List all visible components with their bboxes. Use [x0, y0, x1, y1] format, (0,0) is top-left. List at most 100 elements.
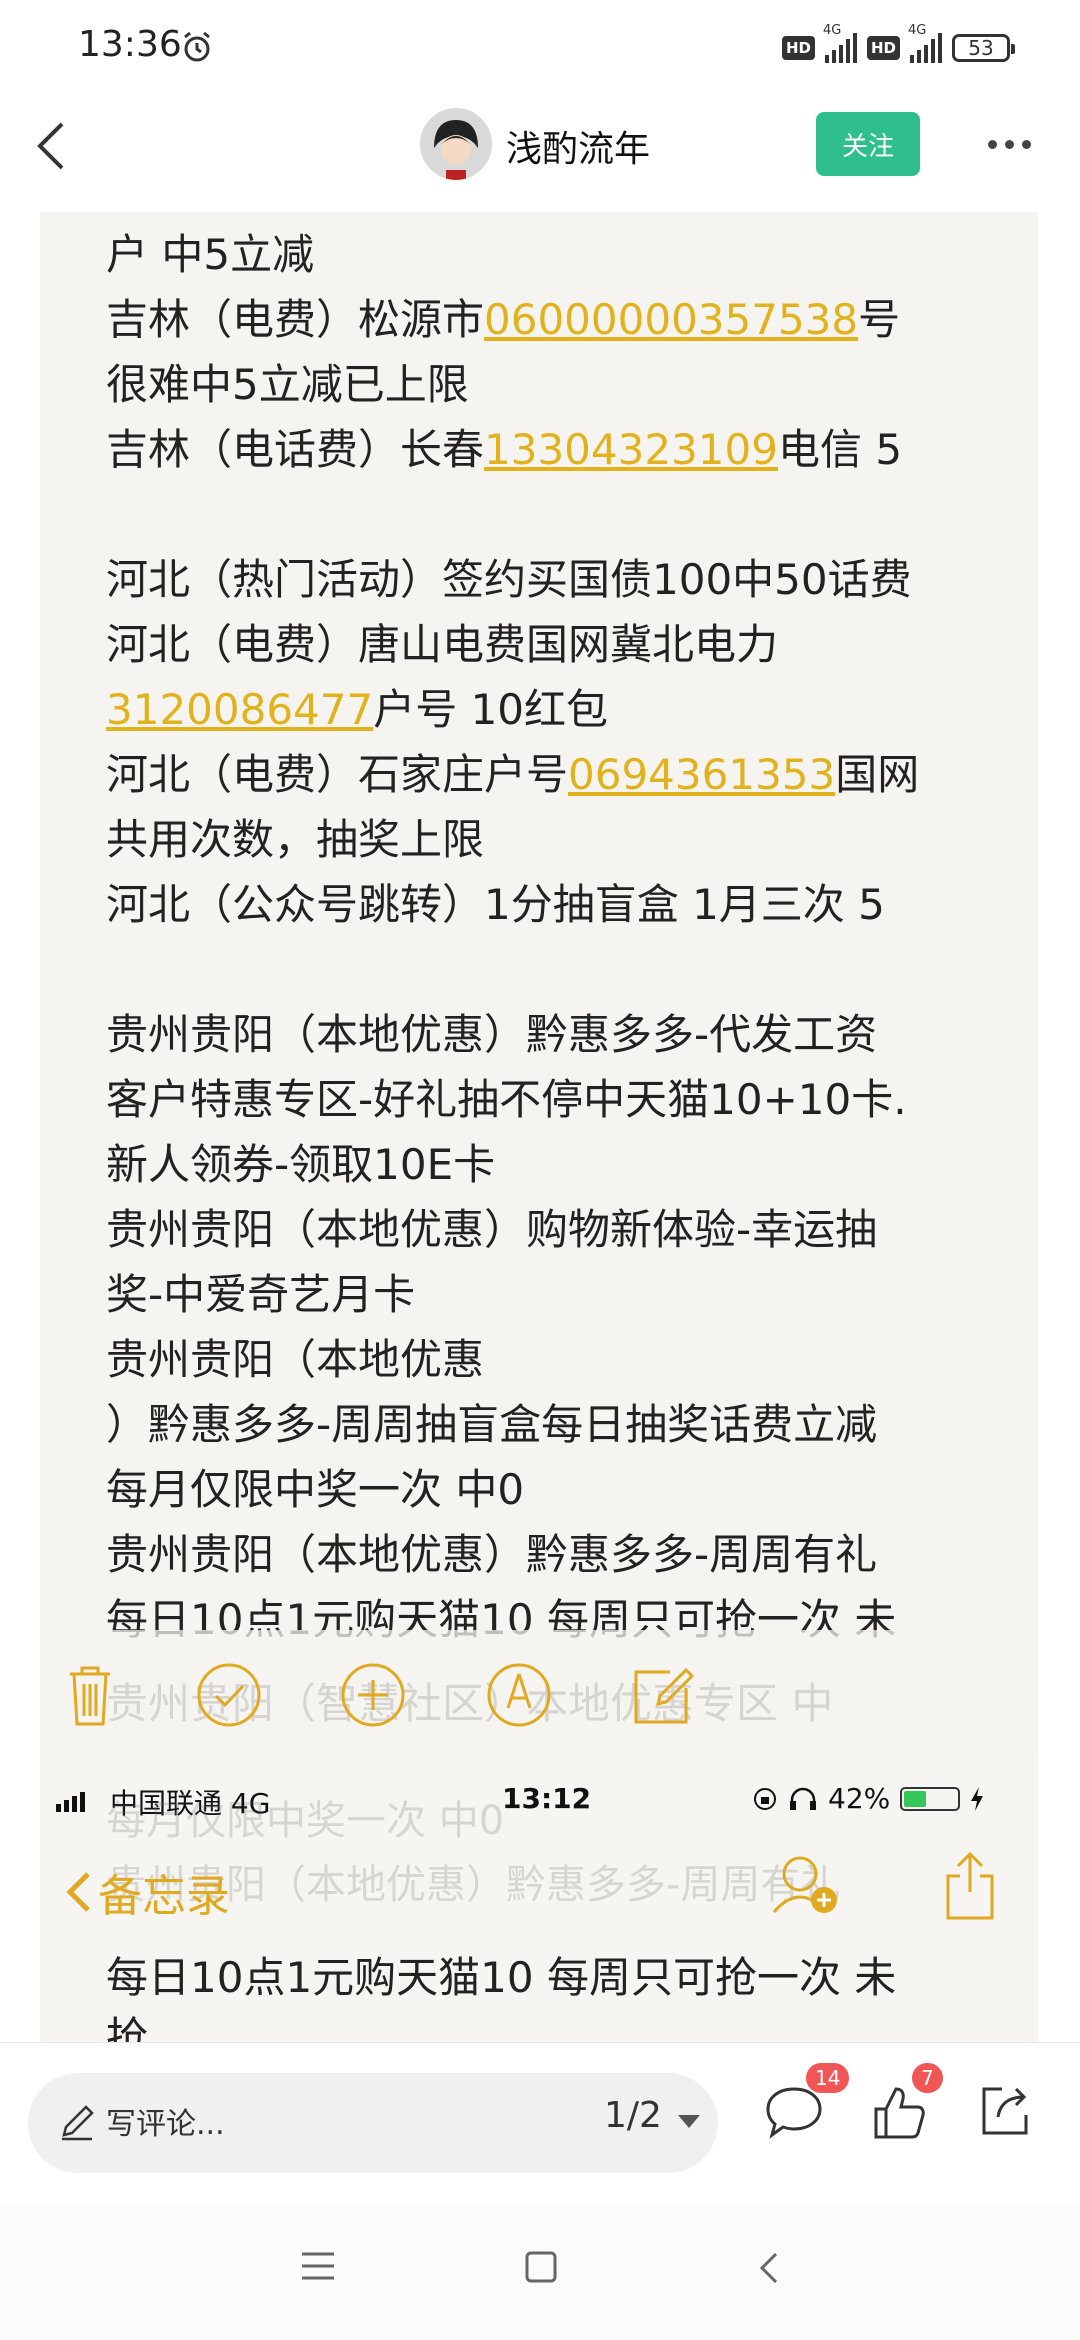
phone-number-link[interactable]: 13304323109 — [484, 425, 778, 474]
signal-icon: 4G — [908, 23, 942, 63]
add-person-icon — [772, 1856, 837, 1913]
note-image: 户 中5立减 吉林（电费）松源市06000000357538号 很难中5立减已上限吉… — [40, 212, 1038, 2042]
app-header: 浅酌流年 关注 — [0, 96, 1080, 212]
embedded-status-right: 42% — [752, 1782, 984, 1815]
home-icon[interactable] — [524, 2250, 558, 2284]
note-text-segment: 贵州贵阳（本地优惠 — [106, 1335, 485, 1384]
note-text-segment: 每月仅限中奖一次 中0 — [106, 1465, 525, 1514]
share-icon[interactable] — [976, 2083, 1032, 2139]
note-line: 每月仅限中奖一次 中0 — [106, 1457, 1026, 1522]
note-text-segment: 国网 — [835, 750, 920, 799]
headphones-icon — [790, 1787, 816, 1810]
pen-icon — [62, 2105, 94, 2141]
system-nav-bar — [0, 2204, 1080, 2340]
follow-button[interactable]: 关注 — [816, 112, 920, 176]
signal-icon — [56, 1790, 85, 1812]
note-text-segment: 河北（电费）唐山电费国网冀北电力 — [106, 620, 779, 669]
charging-icon — [971, 1786, 984, 1811]
hd-icon: HD — [781, 36, 815, 60]
back-icon[interactable] — [756, 2250, 780, 2286]
note-line: 吉林（电话费）长春13304323109电信 5 — [106, 417, 1026, 482]
note-text-segment: 贵州贵阳（本地优惠）黔惠多多-周周有礼 — [106, 1530, 878, 1579]
note-line: 3120086477户号 10红包 — [106, 677, 1026, 742]
note-text-segment: 客户特惠专区-好礼抽不停中天猫10+10卡. — [106, 1075, 907, 1124]
note-line: 河北（热门活动）签约买国债100中50话费 — [106, 547, 1026, 612]
caret-down-icon[interactable] — [678, 2115, 700, 2128]
battery-icon — [900, 1786, 961, 1811]
battery-icon: 53 — [952, 34, 1015, 62]
back-label: 备忘录 — [98, 1871, 230, 1922]
back-chevron-icon[interactable] — [24, 116, 84, 176]
note-text-segment: 吉林（电话费）长春 — [106, 425, 485, 474]
phone-number-link[interactable]: 3120086477 — [106, 685, 373, 734]
trash-icon — [70, 1666, 110, 1726]
like-icon[interactable] — [870, 2083, 928, 2141]
comment-placeholder: 写评论... — [106, 2107, 225, 2142]
notes-toolbar: 贵州贵阳（智慧社区）本地优惠专区 中 — [40, 1630, 1038, 1760]
note-text-segment: 新人领券-领取10E卡 — [106, 1140, 496, 1189]
note-text-segment: 电信 5 — [777, 425, 903, 474]
note-text-segment: 河北（电费）石家庄户号 — [106, 750, 569, 799]
network-label: 4G — [908, 23, 927, 38]
note-line: 贵州贵阳（本地优惠）购物新体验-幸运抽 — [106, 1197, 1026, 1262]
note-line: 吉林（电费）松源市06000000357538号 — [106, 287, 1026, 352]
comment-bar: 写评论... 1/2 14 7 — [0, 2042, 1080, 2205]
note-line: 贵州贵阳（本地优惠 — [106, 1327, 1026, 1392]
share-icon — [946, 1851, 994, 1920]
check-circle-icon — [197, 1663, 261, 1727]
embedded-note-text: 每日10点1元购天猫10 每周只可抢一次 未 抢 — [106, 1953, 897, 2042]
embedded-screenshot: 中国联通 4G 13:12 42% 每月仅限中奖一次 中0 贵州贵阳（本地优惠）… — [40, 1772, 1038, 2042]
comment-count-badge: 14 — [806, 2063, 850, 2093]
note-text-segment: 很难中5立减已上限 — [106, 360, 469, 409]
note-line: 共用次数，抽奖上限 — [106, 807, 1026, 872]
note-line: 贵州贵阳（本地优惠）黔惠多多-代发工资 — [106, 1002, 1026, 1067]
note-line: 贵州贵阳（本地优惠）黔惠多多-周周有礼 — [106, 1522, 1026, 1587]
note-text-segment: 河北（热门活动）签约买国债100中50话费 — [106, 555, 912, 604]
note-text-segment: 号 — [858, 295, 901, 344]
battery-level: 53 — [968, 36, 994, 60]
note-text-segment: 户号 10红包 — [373, 685, 609, 734]
compose-icon — [634, 1667, 695, 1724]
add-circle-icon — [341, 1663, 405, 1727]
note-text-segment: 户 中5立减 — [106, 230, 315, 279]
signal-icon: 4G — [823, 23, 857, 63]
avatar[interactable] — [420, 108, 492, 180]
notes-back-button: 备忘录 — [64, 1860, 230, 1924]
menu-icon[interactable] — [300, 2250, 336, 2282]
note-line: 客户特惠专区-好礼抽不停中天猫10+10卡. — [106, 1067, 1026, 1132]
note-line: 河北（公众号跳转）1分抽盲盒 1月三次 5 — [106, 872, 1026, 937]
status-bar: 13:36 HD 4G HD 4G 53 — [0, 0, 1080, 96]
ghost-line: 每月仅限中奖一次 中0 — [106, 1798, 505, 1844]
note-text-segment: 河北（公众号跳转）1分抽盲盒 1月三次 5 — [106, 880, 885, 929]
like-count-badge: 7 — [912, 2063, 943, 2093]
network-label: 4G — [822, 23, 842, 38]
page-indicator[interactable]: 1/2 — [604, 2095, 662, 2136]
note-line: 奖-中爱奇艺月卡 — [106, 1262, 1026, 1327]
note-text-segment: 吉林（电费）松源市 — [106, 295, 485, 344]
phone-number-link[interactable]: 0694361353 — [568, 750, 835, 799]
rotation-lock-icon — [754, 1787, 776, 1810]
note-page: 户 中5立减 吉林（电费）松源市06000000357538号 很难中5立减已上限吉… — [40, 212, 1038, 1752]
note-text-segment: 贵州贵阳（本地优惠）购物新体验-幸运抽 — [106, 1205, 878, 1254]
status-time: 13:36 — [78, 24, 182, 65]
note-line: 很难中5立减已上限 — [106, 352, 1026, 417]
note-text-segment: 贵州贵阳（本地优惠）黔惠多多-代发工资 — [106, 1010, 878, 1059]
embedded-battery-text: 42% — [828, 1782, 891, 1815]
embedded-time: 13:12 — [502, 1782, 592, 1815]
markup-pen-icon — [487, 1663, 551, 1727]
more-menu-icon[interactable] — [988, 140, 1031, 149]
note-line: 新人领券-领取10E卡 — [106, 1132, 1026, 1197]
note-text-segment: ）黔惠多多-周周抽盲盒每日抽奖话费立减 — [106, 1400, 878, 1449]
note-line: ）黔惠多多-周周抽盲盒每日抽奖话费立减 — [106, 1392, 1026, 1457]
avatar-icon — [420, 108, 492, 180]
author-name[interactable]: 浅酌流年 — [506, 120, 650, 172]
hd-icon: HD — [866, 36, 900, 60]
note-text-segment: 奖-中爱奇艺月卡 — [106, 1270, 416, 1319]
note-text: 户 中5立减 吉林（电费）松源市06000000357538号 很难中5立减已上限吉… — [106, 222, 1026, 1652]
note-line: 户 中5立减 — [106, 222, 1026, 287]
note-text-segment: 共用次数，抽奖上限 — [106, 815, 485, 864]
phone-number-link[interactable]: 06000000357538 — [484, 295, 858, 344]
comment-input[interactable]: 写评论... 1/2 — [28, 2073, 718, 2173]
